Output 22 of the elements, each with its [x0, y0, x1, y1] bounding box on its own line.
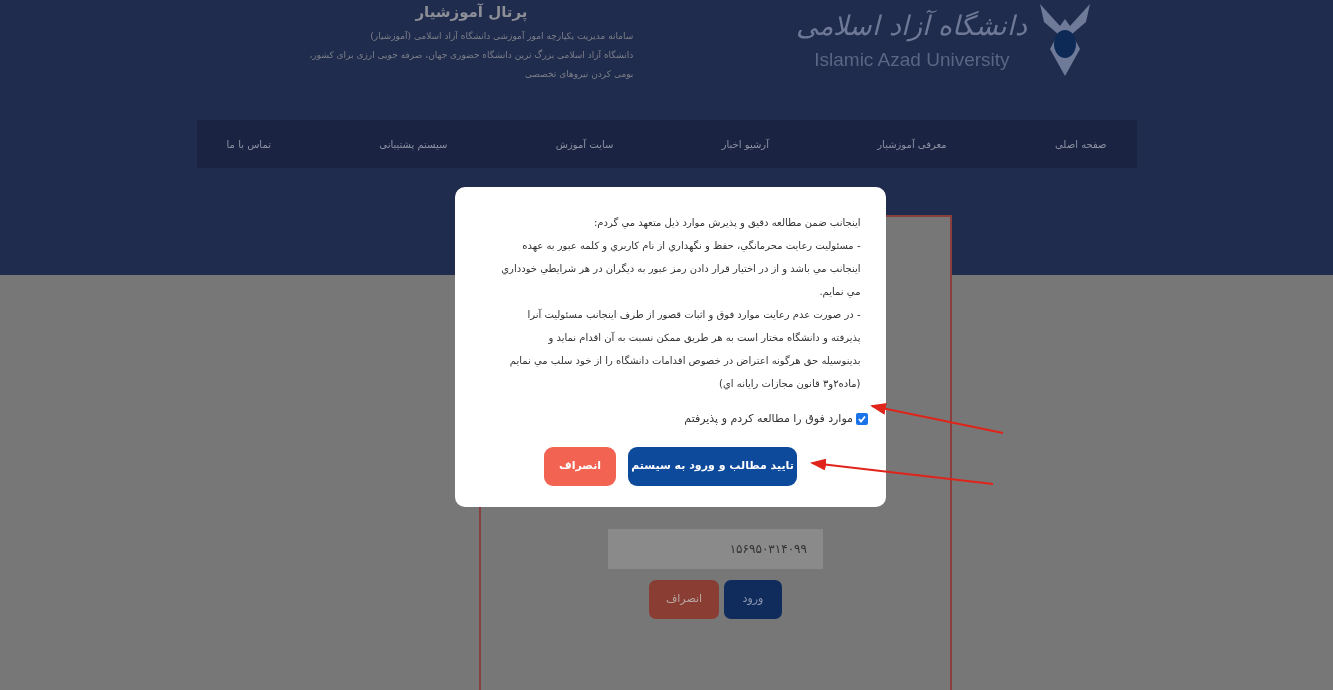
national-id-field[interactable]: ۱۵۶۹۵۰۳۱۴۰۹۹ [608, 529, 823, 569]
cancel-button[interactable]: انصراف [649, 580, 719, 619]
header-description-line: بومی کردن نیروهای تخصصی [524, 68, 634, 81]
header-description-line: سامانه مدیریت یکپارچه امور آموزشی دانشگاه آزاد اسلامی (آموزشیار) [370, 30, 634, 43]
terms-text: اینجانب ضمن مطالعه دقیق و پذیرش موارد ذیل متعهد مي گردم: - مسئولیت رعایت محرمانگي، حفظ و نگهداري از نام کاربري و کلمه عبور به عهده اینجانب مي باشد و از در اختیار قرار دادن رمز عبور به دیگران در هر شرایطي خودداري مي نمایم. - در صورت عدم رعایت موارد فوق و اثبات قصور از طرف اینجانب مسئولیت آنرا پذیرفته و دانشگاه مختار است به هر طریق ممکن نسبت به آن اقدام نماید و بدینوسیله حق هرگونه اعتراض در خصوص اقدامات دانشگاه را از خود سلب مي نمایم (ماده۲و۳ قانون مجازات رایانه اي) [500, 216, 861, 392]
logo-english-text: Islamic Azad University [814, 48, 1010, 72]
login-button[interactable]: ورود [724, 580, 782, 619]
confirm-login-button[interactable]: تایید مطالب و ورود به سیستم [628, 446, 797, 486]
field-value: ۱۵۶۹۵۰۳۱۴۰۹۹ [729, 541, 807, 558]
logo-persian-text: دانشگاه آزاد اسلامی [796, 9, 1028, 44]
university-emblem-icon [1039, 4, 1090, 76]
portal-title: پرتال آموزشیار [415, 2, 528, 23]
nav-link[interactable]: سیستم پشتیبانی [379, 136, 448, 152]
agree-checkbox[interactable] [856, 413, 868, 426]
cancel-button[interactable]: انصراف [544, 446, 616, 486]
nav-link[interactable]: سایت آموزش [555, 136, 614, 152]
nav-link[interactable]: تماس با ما [226, 136, 271, 152]
nav-link[interactable]: معرفی آموزشیار [877, 136, 947, 152]
header-description-line: دانشگاه آزاد اسلامی بزرگ ترین دانشگاه حضوری جهان، صرفه جویی ارزی برای کشور، [309, 48, 634, 62]
agree-checkbox-row[interactable]: موارد فوق را مطالعه کردم و پذیرفتم [684, 411, 868, 428]
nav-link[interactable]: صفحه اصلی [1055, 136, 1107, 152]
nav-link[interactable]: آرشیو اخبار [721, 136, 769, 152]
